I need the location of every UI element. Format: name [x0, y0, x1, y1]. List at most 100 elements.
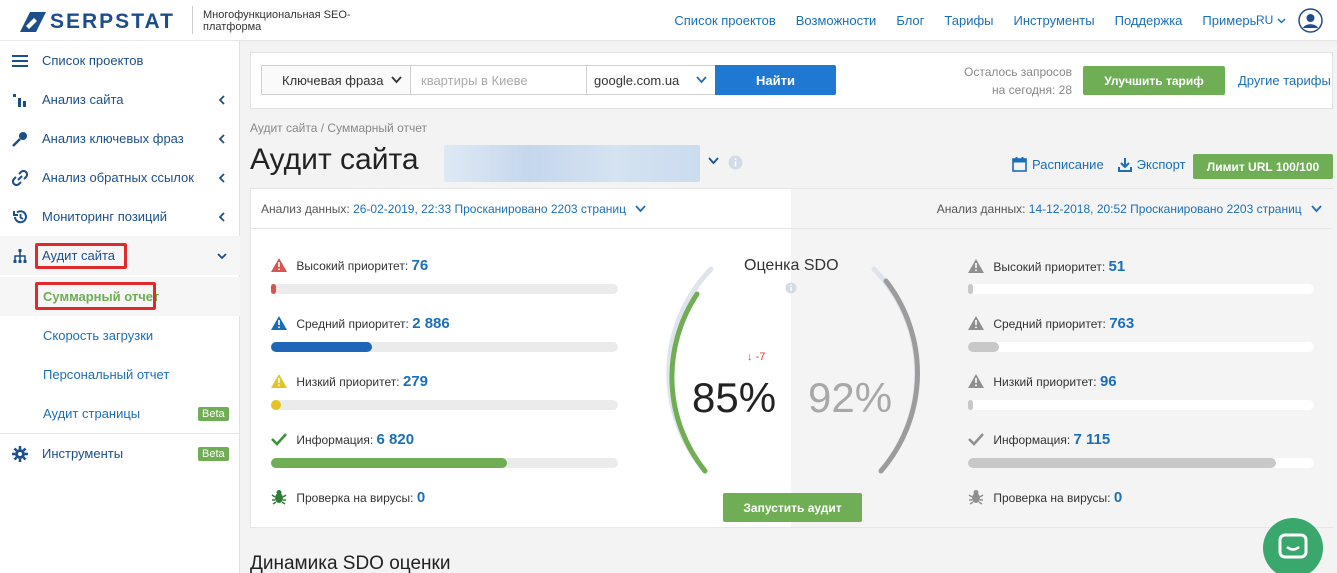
nav-blog[interactable]: Блог	[896, 13, 924, 28]
sidebar-item-keywords[interactable]: Анализ ключевых фраз	[0, 119, 240, 158]
sidebar-subitem-speed[interactable]: Скорость загрузки	[0, 316, 240, 355]
sidebar-subitem-personal[interactable]: Персональный отчет	[0, 355, 240, 394]
warning-gray-icon	[968, 374, 984, 388]
export-link[interactable]: Экспорт	[1117, 157, 1186, 172]
prev-virus-check-metric[interactable]: Проверка на вирусы: 0	[968, 489, 1122, 506]
tagline: Многофункциональная SEO-платформа	[203, 9, 351, 33]
current-data-selector[interactable]: Анализ данных: 26-02-2019, 22:33 Проскан…	[261, 202, 646, 216]
prev-info-metric[interactable]: Информация: 7 115	[968, 431, 1110, 448]
gear-icon	[11, 445, 29, 463]
chevron-down-icon	[635, 205, 646, 213]
calendar-icon	[1012, 157, 1027, 172]
schedule-link[interactable]: Расписание	[1012, 157, 1104, 172]
sidebar-subitem-label: Персональный отчет	[43, 367, 170, 382]
metric-label: Проверка на вирусы:	[296, 491, 414, 505]
history-icon	[11, 208, 29, 226]
metric-label: Средний приоритет:	[296, 317, 409, 331]
metric-value: 96	[1099, 373, 1117, 390]
sidebar-item-backlinks[interactable]: Анализ обратных ссылок	[0, 158, 240, 197]
chevron-down-icon	[391, 76, 402, 84]
sidebar-item-label: Анализ обратных ссылок	[42, 170, 194, 185]
chat-widget-button[interactable]	[1263, 518, 1323, 573]
progress-fill	[271, 284, 277, 294]
metric-label: Средний приоритет:	[993, 317, 1106, 331]
chevron-left-icon	[218, 94, 225, 105]
top-bar: SERPSTAT Многофункциональная SEO-платфор…	[0, 0, 1337, 41]
virus-check-metric[interactable]: Проверка на вирусы: 0	[271, 489, 425, 506]
beta-badge: Beta	[198, 446, 229, 461]
nav-support[interactable]: Поддержка	[1115, 13, 1183, 28]
nav-pricing[interactable]: Тарифы	[944, 13, 993, 28]
search-input[interactable]: квартиры в Киеве	[410, 65, 587, 95]
export-label: Экспорт	[1136, 157, 1186, 172]
logo[interactable]: SERPSTAT	[20, 10, 175, 34]
sidebar-item-projects[interactable]: Список проектов	[0, 41, 240, 80]
metric-value: 0	[416, 489, 426, 506]
data-value: 14-12-2018, 20:52 Просканировано 2203 ст…	[1028, 202, 1302, 216]
bug-icon	[271, 490, 287, 505]
run-audit-button[interactable]: Запустить аудит	[723, 493, 862, 522]
info-icon[interactable]	[728, 155, 743, 170]
sdo-gauge	[666, 266, 920, 474]
upgrade-plan-button[interactable]: Улучшить тариф	[1083, 66, 1225, 95]
nav-examples[interactable]: Примеры	[1202, 13, 1259, 28]
chevron-down-icon[interactable]	[708, 157, 719, 165]
sidebar: Список проектов Анализ сайта Анализ ключ…	[0, 41, 240, 573]
user-avatar-icon[interactable]	[1298, 8, 1323, 33]
schedule-label: Расписание	[1032, 157, 1104, 172]
metric-label: Информация:	[296, 433, 374, 447]
other-plans-link[interactable]: Другие тарифы	[1238, 73, 1331, 88]
page-actions: Расписание Экспорт	[1012, 157, 1186, 172]
prev-low-priority-metric[interactable]: Низкий приоритет: 96	[968, 373, 1117, 390]
metric-value: 0	[1113, 489, 1123, 506]
progress-bar	[271, 284, 618, 294]
page-title: Аудит сайта	[250, 143, 419, 176]
prev-medium-priority-metric[interactable]: Средний приоритет: 763	[968, 315, 1134, 332]
sidebar-item-rank-tracking[interactable]: Мониторинг позиций	[0, 197, 240, 236]
warning-gray-icon	[968, 316, 984, 330]
url-limit-button[interactable]: Лимит URL 100/100	[1193, 154, 1333, 179]
highlight-box	[35, 282, 156, 310]
check-gray-icon	[968, 433, 984, 446]
search-engine-select[interactable]: google.com.ua	[586, 65, 716, 95]
logo-divider	[192, 6, 193, 34]
search-type-select[interactable]: Ключевая фраза	[261, 65, 411, 95]
chevron-down-icon	[217, 252, 227, 259]
high-priority-metric[interactable]: Высокий приоритет: 76	[271, 257, 428, 274]
data-label: Анализ данных:	[936, 202, 1026, 216]
progress-fill	[271, 400, 282, 410]
metric-value: 279	[402, 373, 428, 390]
sdo-previous-score: 92%	[808, 374, 893, 421]
search-type-value: Ключевая фраза	[282, 72, 384, 88]
chevron-down-icon	[696, 76, 707, 84]
sidebar-item-site-analysis[interactable]: Анализ сайта	[0, 80, 240, 119]
nav-tools[interactable]: Инструменты	[1014, 13, 1095, 28]
progress-fill	[968, 458, 1276, 468]
sidebar-item-tools[interactable]: Инструменты Beta	[0, 434, 240, 473]
metric-value: 6 820	[376, 431, 415, 448]
arrow-down-icon: ↓	[747, 351, 753, 363]
progress-bar	[271, 400, 618, 410]
prev-high-priority-metric[interactable]: Высокий приоритет: 51	[968, 258, 1125, 275]
sidebar-item-label: Список проектов	[42, 53, 144, 68]
highlight-box	[35, 243, 127, 269]
low-priority-metric[interactable]: Низкий приоритет: 279	[271, 373, 428, 390]
info-metric[interactable]: Информация: 6 820	[271, 431, 414, 448]
sidebar-subitem-page-audit[interactable]: Аудит страницы Beta	[0, 394, 240, 433]
language-selector[interactable]: RU	[1256, 13, 1286, 27]
chevron-down-icon	[1277, 18, 1286, 24]
chat-icon	[1278, 533, 1308, 559]
previous-data-selector[interactable]: Анализ данных: 14-12-2018, 20:52 Проскан…	[937, 202, 1322, 216]
medium-priority-metric[interactable]: Средний приоритет: 2 886	[271, 315, 450, 332]
sitemap-icon	[11, 247, 29, 265]
chevron-left-icon	[218, 172, 225, 183]
search-button[interactable]: Найти	[715, 65, 836, 95]
metric-value: 763	[1109, 315, 1135, 332]
nav-projects[interactable]: Список проектов	[674, 13, 775, 28]
data-selectors: Анализ данных: 26-02-2019, 22:33 Проскан…	[251, 189, 1332, 229]
metric-value: 7 115	[1073, 431, 1111, 448]
metric-label: Высокий приоритет:	[296, 259, 409, 273]
progress-fill	[271, 342, 372, 352]
nav-features[interactable]: Возможности	[796, 13, 877, 28]
metric-label: Высокий приоритет:	[993, 260, 1106, 274]
